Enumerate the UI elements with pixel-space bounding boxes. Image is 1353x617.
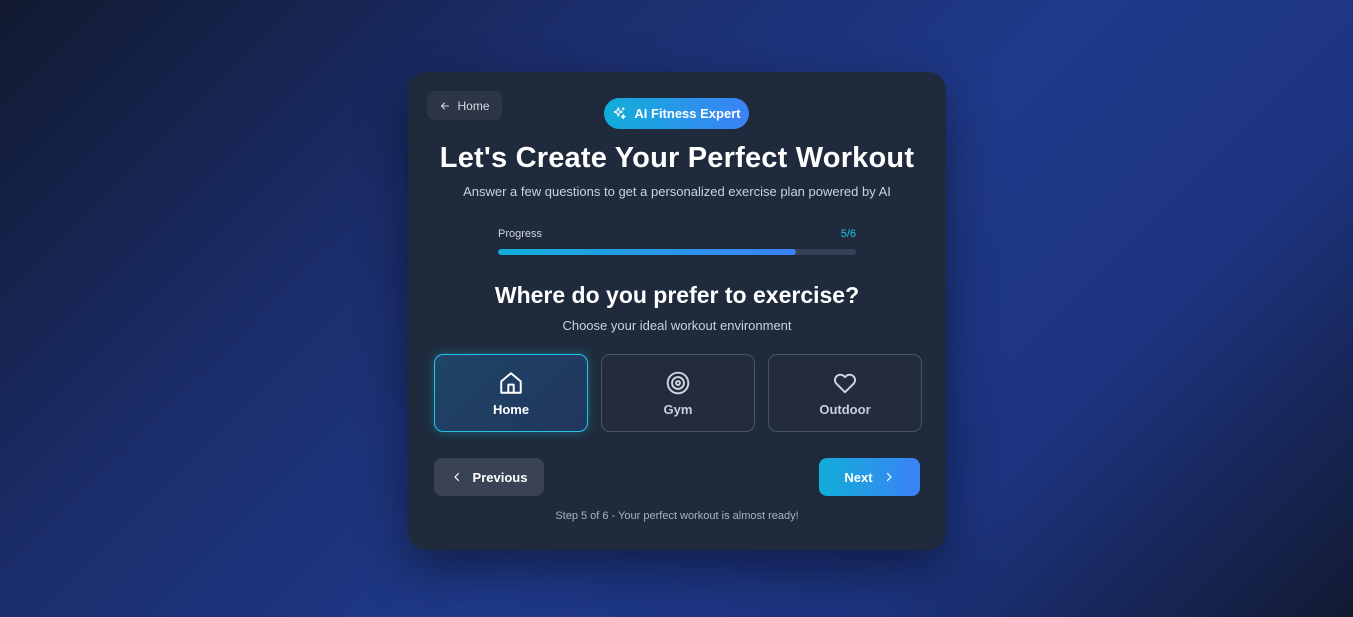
previous-label: Previous [472, 469, 528, 485]
page-title: Let's Create Your Perfect Workout [439, 142, 915, 174]
sparkles-icon [614, 107, 627, 120]
page-subtitle: Answer a few questions to get a personal… [463, 184, 891, 199]
step-footer: Step 5 of 6 - Your perfect workout is al… [555, 510, 799, 522]
option-home[interactable]: Home [434, 354, 588, 432]
question-title: Where do you prefer to exercise? [494, 282, 860, 308]
next-label: Next [844, 469, 873, 485]
option-label: Home [492, 401, 530, 417]
heart-icon [834, 373, 856, 393]
progress-label: Progress [498, 228, 543, 240]
ai-expert-badge: AI Fitness Expert [604, 98, 749, 129]
option-label: Gym [663, 401, 693, 417]
question-subtitle: Choose your ideal workout environment [562, 318, 792, 333]
options-group: Home Gym Outdoor [434, 354, 922, 432]
option-outdoor[interactable]: Outdoor [768, 354, 922, 432]
home-back-label: Home [457, 98, 490, 113]
arrow-left-icon [441, 101, 450, 110]
badge-label: AI Fitness Expert [634, 106, 741, 121]
progress-count: 5/6 [840, 228, 856, 240]
home-back-button[interactable]: Home [427, 91, 502, 120]
next-button[interactable]: Next [819, 458, 920, 496]
previous-button[interactable]: Previous [434, 458, 544, 496]
questionnaire-card: Home AI Fitness Expert Let's Create Your… [408, 72, 946, 550]
progress-bar [498, 249, 856, 255]
target-icon [666, 371, 690, 394]
progress-fill [498, 249, 797, 255]
chevron-right-icon [886, 472, 892, 482]
chevron-left-icon [453, 472, 459, 482]
home-icon [500, 371, 522, 394]
option-label: Outdoor [819, 401, 871, 417]
option-gym[interactable]: Gym [601, 354, 755, 432]
